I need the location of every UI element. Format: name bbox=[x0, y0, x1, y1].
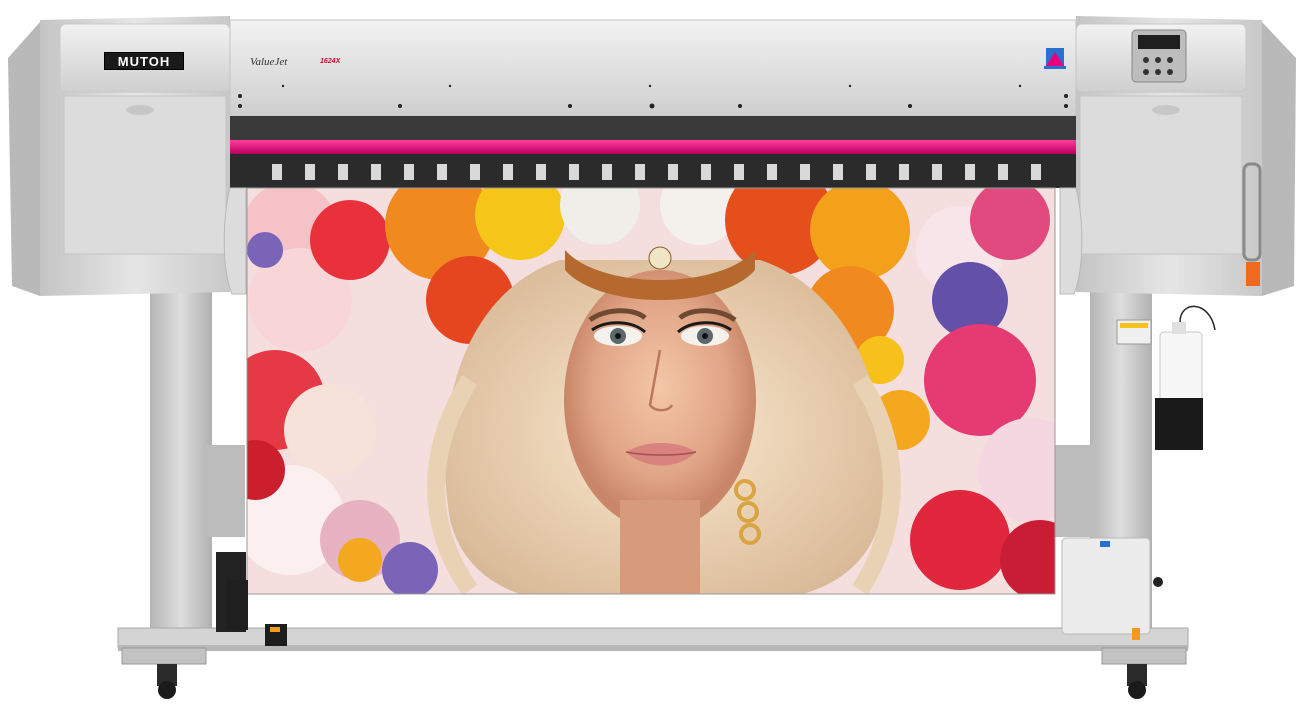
printer-illustration bbox=[8, 16, 1296, 699]
model-name-text: ValueJet bbox=[250, 56, 288, 68]
brand-logo-text: MUTOH bbox=[104, 52, 184, 70]
printed-poster bbox=[247, 188, 1055, 594]
model-number-text: 1624X bbox=[320, 58, 341, 65]
